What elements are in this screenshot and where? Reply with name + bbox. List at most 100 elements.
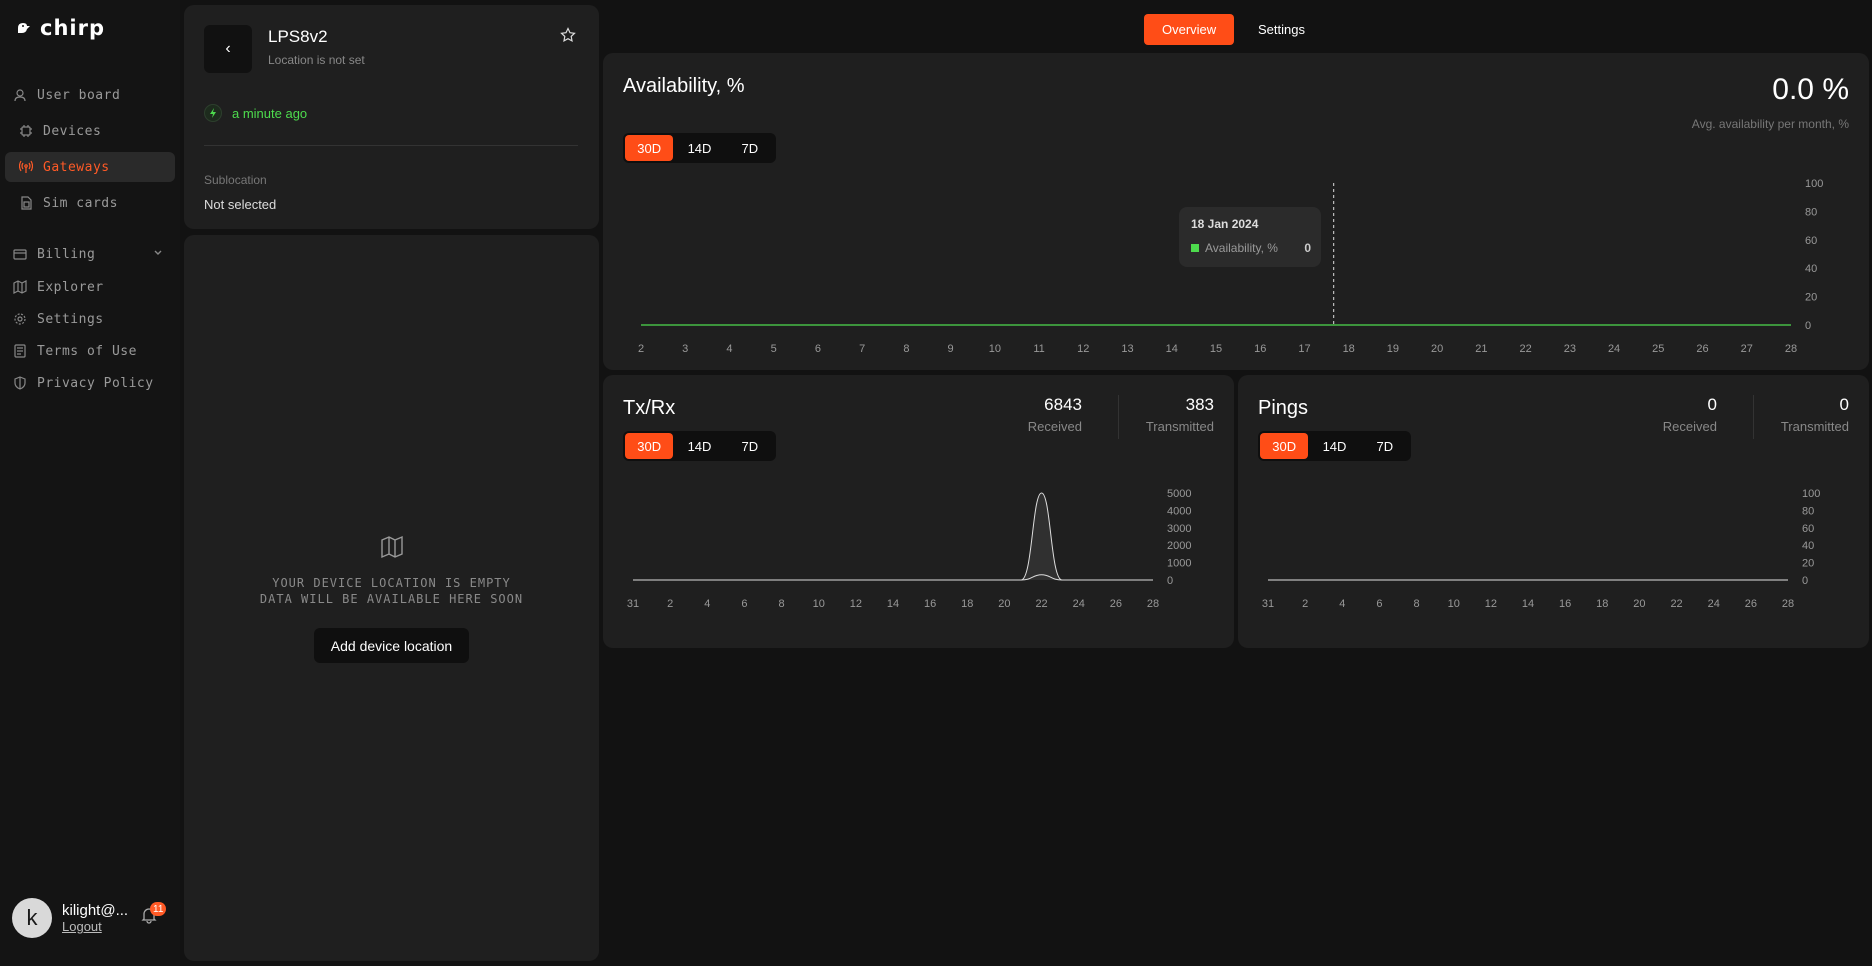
tab-overview[interactable]: Overview: [1144, 14, 1235, 45]
sidebar-item-label: Billing: [37, 246, 96, 262]
x-tick-label: 31: [1262, 598, 1274, 610]
x-tick-label: 21: [1475, 343, 1487, 355]
sidebar-item-explorer[interactable]: Explorer: [5, 272, 175, 302]
x-tick-label: 2: [667, 598, 673, 610]
y-tick-label: 3000: [1167, 523, 1191, 535]
x-tick-label: 26: [1110, 598, 1122, 610]
logo-text: chirp: [40, 16, 105, 40]
add-device-location-button[interactable]: Add device location: [314, 628, 469, 663]
y-tick-label: 1000: [1167, 558, 1191, 570]
x-tick-label: 18: [1343, 343, 1355, 355]
y-tick-label: 80: [1802, 505, 1814, 517]
x-tick-label: 20: [998, 598, 1010, 610]
device-card: ‹ LPS8v2 Location is not set a minute ag…: [184, 5, 599, 229]
x-tick-label: 8: [903, 343, 909, 355]
user-name: kilight@...: [62, 902, 129, 919]
sidebar-item-sim-cards[interactable]: Sim cards: [5, 188, 175, 218]
divider: [204, 145, 578, 146]
x-tick-label: 14: [1166, 343, 1178, 355]
status-row: a minute ago: [204, 104, 307, 122]
document-icon: [14, 344, 26, 358]
y-tick-label: 4000: [1167, 505, 1191, 517]
chip-icon: [20, 125, 32, 137]
x-tick-label: 10: [1448, 598, 1460, 610]
sidebar-item-gateways[interactable]: Gateways: [5, 152, 175, 182]
empty-location-line1: YOUR DEVICE LOCATION IS EMPTY: [272, 576, 511, 590]
sidebar-item-devices[interactable]: Devices: [5, 116, 175, 146]
x-tick-label: 18: [1596, 598, 1608, 610]
sim-card-icon: [21, 196, 32, 210]
logo[interactable]: chirp: [16, 16, 105, 40]
x-tick-label: 22: [1670, 598, 1682, 610]
x-tick-label: 2: [1302, 598, 1308, 610]
location-card: YOUR DEVICE LOCATION IS EMPTY DATA WILL …: [184, 235, 599, 961]
x-tick-label: 6: [1376, 598, 1382, 610]
sidebar-item-label: Devices: [43, 123, 102, 139]
y-tick-label: 5000: [1167, 488, 1191, 500]
map-icon: [381, 535, 403, 559]
tab-settings[interactable]: Settings: [1240, 14, 1323, 45]
series-area: [633, 574, 1153, 581]
x-tick-label: 4: [726, 343, 732, 355]
pings-card: Pings 0 Received 0 Transmitted 30D 14D 7…: [1238, 375, 1869, 648]
legend-swatch: [1191, 244, 1199, 252]
x-tick-label: 20: [1633, 598, 1645, 610]
sidebar-item-label: Explorer: [37, 279, 104, 295]
chevron-left-icon: ‹: [225, 40, 231, 57]
tooltip-row: Availability, % 0: [1191, 241, 1311, 255]
sublocation-label: Sublocation: [204, 173, 267, 187]
x-tick-label: 24: [1708, 598, 1720, 610]
x-tick-label: 20: [1431, 343, 1443, 355]
y-tick-label: 40: [1802, 540, 1814, 552]
notification-badge: 11: [150, 902, 167, 916]
sublocation-value: Not selected: [204, 197, 277, 212]
user-profile: k kilight@... Logout: [12, 898, 128, 938]
x-tick-label: 31: [627, 598, 639, 610]
sidebar-item-terms-of-use[interactable]: Terms of Use: [5, 336, 175, 366]
y-tick-label: 60: [1802, 523, 1814, 535]
sidebar-item-label: Privacy Policy: [37, 375, 154, 391]
x-tick-label: 8: [1414, 598, 1420, 610]
y-tick-label: 2000: [1167, 540, 1191, 552]
user-icon: [14, 89, 26, 102]
x-tick-label: 6: [741, 598, 747, 610]
tooltip-value: 0: [1304, 241, 1311, 255]
x-tick-label: 24: [1073, 598, 1085, 610]
antenna-icon: [19, 160, 33, 173]
star-icon[interactable]: [560, 27, 576, 43]
gear-icon: [14, 313, 26, 325]
sidebar-item-label: Settings: [37, 311, 104, 327]
x-tick-label: 6: [815, 343, 821, 355]
txrx-chart: 01000200030004000500031 2 4 6 8 10 12 14 16 18 20 2…: [627, 488, 1192, 610]
device-name: LPS8v2: [268, 27, 328, 46]
y-tick-label: 0: [1805, 320, 1811, 332]
y-tick-label: 80: [1805, 206, 1817, 218]
y-tick-label: 0: [1802, 575, 1808, 587]
x-tick-label: 23: [1564, 343, 1576, 355]
y-tick-label: 20: [1802, 558, 1814, 570]
x-tick-label: 15: [1210, 343, 1222, 355]
sidebar-item-billing[interactable]: Billing: [5, 239, 175, 269]
back-button[interactable]: ‹: [204, 25, 252, 73]
txrx-card: Tx/Rx 6843 Received 383 Transmitted 30D …: [603, 375, 1234, 648]
x-tick-label: 4: [1339, 598, 1345, 610]
y-tick-label: 40: [1805, 263, 1817, 275]
billing-icon: [13, 249, 27, 260]
x-tick-label: 19: [1387, 343, 1399, 355]
availability-card: Availability, % 0.0 % Avg. availability …: [603, 53, 1869, 370]
series-area: [633, 492, 1153, 581]
x-tick-label: 12: [1077, 343, 1089, 355]
x-tick-label: 18: [961, 598, 973, 610]
avatar[interactable]: k: [12, 898, 52, 938]
x-tick-label: 22: [1519, 343, 1531, 355]
sidebar-item-user-board[interactable]: User board: [5, 80, 175, 110]
sidebar-item-settings[interactable]: Settings: [5, 304, 175, 334]
sidebar-item-privacy-policy[interactable]: Privacy Policy: [5, 368, 175, 398]
x-tick-label: 14: [1522, 598, 1534, 610]
x-tick-label: 25: [1652, 343, 1664, 355]
logout-link[interactable]: Logout: [62, 919, 128, 934]
device-location: Location is not set: [268, 53, 365, 67]
pings-chart: 02040608010031 2 4 6 8 10 12 14 16 18 20 22 24 26 28: [1262, 488, 1820, 610]
x-tick-label: 27: [1741, 343, 1753, 355]
map-icon: [13, 280, 27, 294]
